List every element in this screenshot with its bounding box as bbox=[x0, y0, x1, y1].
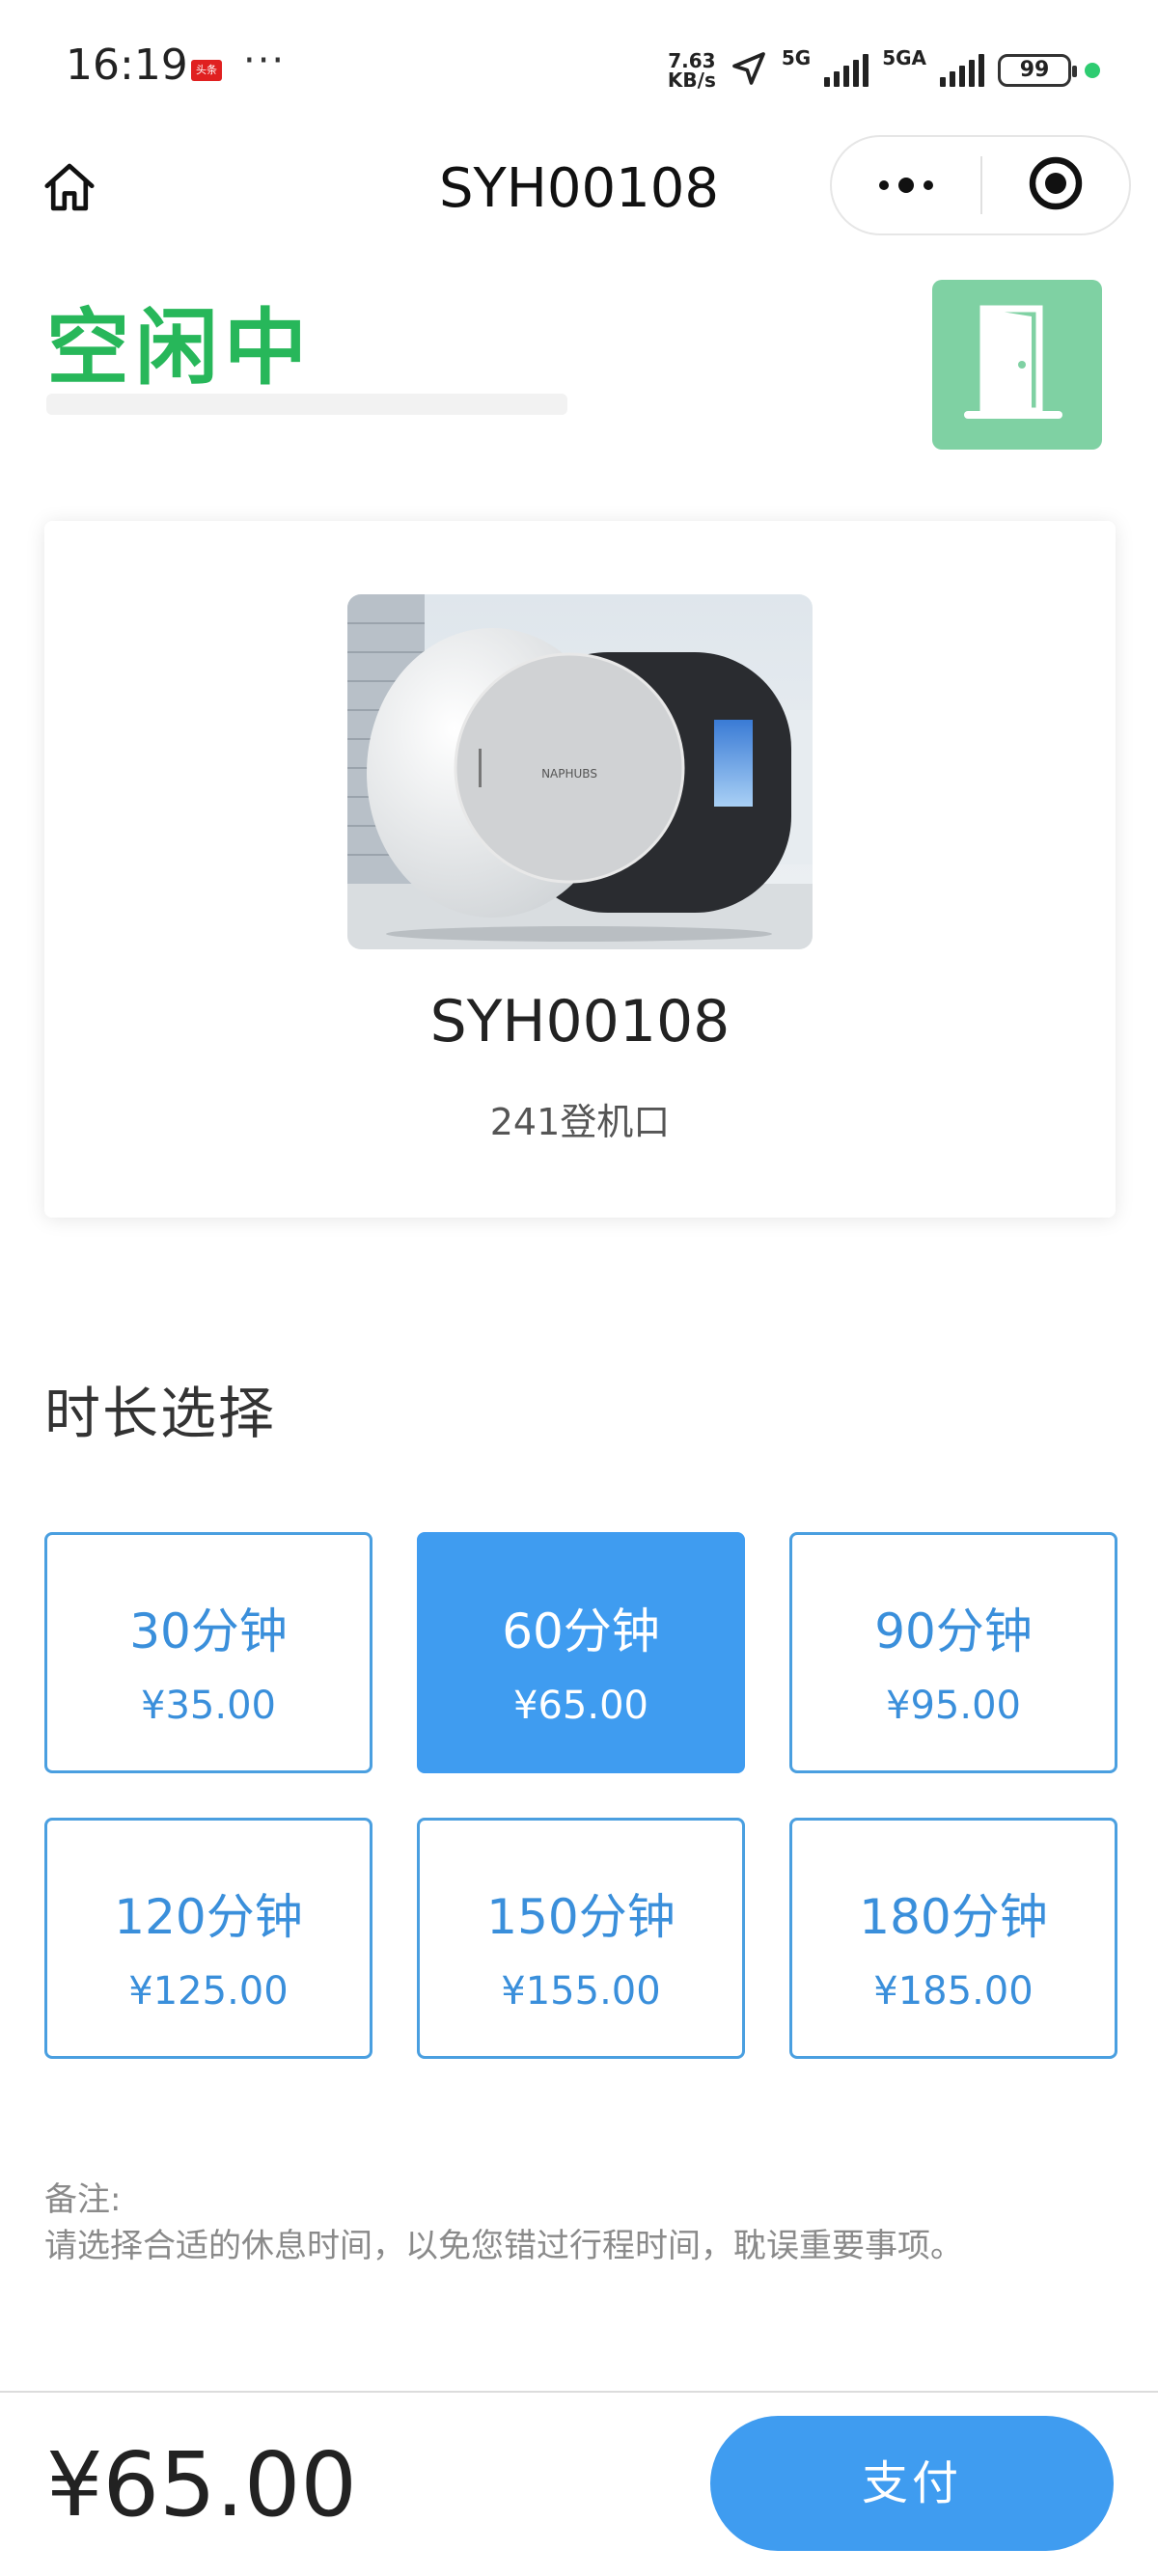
duration-price: ¥95.00 bbox=[886, 1684, 1021, 1728]
more-options-button[interactable] bbox=[832, 137, 980, 233]
duration-price: ¥65.00 bbox=[513, 1684, 648, 1728]
network-speed-value: 7.63 bbox=[668, 49, 716, 72]
status-time: 16:19 bbox=[66, 41, 188, 90]
status-indicators: 7.63 KB/s 5G 5GA 99 bbox=[668, 46, 1100, 95]
duration-label: 90分钟 bbox=[874, 1603, 1033, 1659]
duration-label: 120分钟 bbox=[114, 1889, 303, 1945]
device-card: NAPHUBS SYH00108 241登机口 bbox=[44, 521, 1116, 1218]
checkout-bar: ¥65.00 支付 bbox=[0, 2391, 1158, 2576]
duration-section-title: 时长选择 bbox=[44, 1381, 277, 1446]
duration-option-30[interactable]: 30分钟 ¥35.00 bbox=[44, 1532, 372, 1773]
faded-status-subtext bbox=[46, 384, 567, 425]
open-door-button[interactable] bbox=[932, 280, 1102, 450]
close-miniprogram-button[interactable] bbox=[982, 137, 1129, 233]
duration-label: 60分钟 bbox=[502, 1603, 660, 1659]
duration-price: ¥185.00 bbox=[873, 1969, 1034, 2014]
more-dot-icon bbox=[898, 178, 914, 193]
door-icon bbox=[954, 295, 1080, 434]
total-price: ¥65.00 bbox=[46, 2433, 357, 2536]
duration-option-150[interactable]: 150分钟 ¥155.00 bbox=[417, 1818, 745, 2059]
note-title: 备注: bbox=[44, 2180, 122, 2219]
duration-price: ¥35.00 bbox=[141, 1684, 276, 1728]
pay-button[interactable]: 支付 bbox=[710, 2416, 1114, 2551]
duration-label: 180分钟 bbox=[859, 1889, 1048, 1945]
capsule-menu bbox=[830, 135, 1131, 235]
device-name: SYH00108 bbox=[429, 988, 731, 1055]
network-speed-unit: KB/s bbox=[667, 69, 716, 92]
system-status-bar: 16:19 头条 ··· 7.63 KB/s 5G 5GA 99 bbox=[0, 0, 1158, 135]
location-arrow-icon bbox=[730, 49, 768, 92]
duration-option-180[interactable]: 180分钟 ¥185.00 bbox=[789, 1818, 1117, 2059]
signal-5g-label: 5G bbox=[781, 46, 812, 69]
duration-option-120[interactable]: 120分钟 ¥125.00 bbox=[44, 1818, 372, 2059]
note-text: 请选择合适的休息时间，以免您错过行程时间，耽误重要事项。 bbox=[44, 2227, 963, 2265]
more-dot-icon bbox=[924, 180, 933, 190]
duration-option-60-selected[interactable]: 60分钟 ¥65.00 bbox=[417, 1532, 745, 1773]
status-more-dots: ··· bbox=[243, 39, 287, 83]
duration-price: ¥155.00 bbox=[501, 1969, 661, 2014]
duration-option-90[interactable]: 90分钟 ¥95.00 bbox=[789, 1532, 1117, 1773]
mini-program-nav-bar: SYH00108 bbox=[0, 135, 1158, 241]
duration-price: ¥125.00 bbox=[128, 1969, 289, 2014]
battery-icon: 99 bbox=[998, 54, 1077, 87]
more-dot-icon bbox=[879, 180, 889, 190]
signal-bars-2-icon bbox=[940, 54, 984, 87]
signal-5ga-label: 5GA bbox=[882, 46, 926, 69]
signal-bars-icon bbox=[824, 54, 869, 87]
device-location: 241登机口 bbox=[489, 1101, 671, 1143]
duration-label: 30分钟 bbox=[129, 1603, 288, 1659]
pod-brand-logo: NAPHUBS bbox=[541, 767, 597, 781]
privacy-indicator-dot bbox=[1085, 63, 1100, 78]
network-speed: 7.63 KB/s bbox=[668, 51, 716, 90]
target-close-icon bbox=[1027, 154, 1085, 216]
sleep-pod-image: NAPHUBS bbox=[347, 594, 813, 949]
device-status-label: 空闲中 bbox=[46, 300, 313, 397]
news-app-icon: 头条 bbox=[191, 60, 222, 81]
duration-label: 150分钟 bbox=[486, 1889, 676, 1945]
